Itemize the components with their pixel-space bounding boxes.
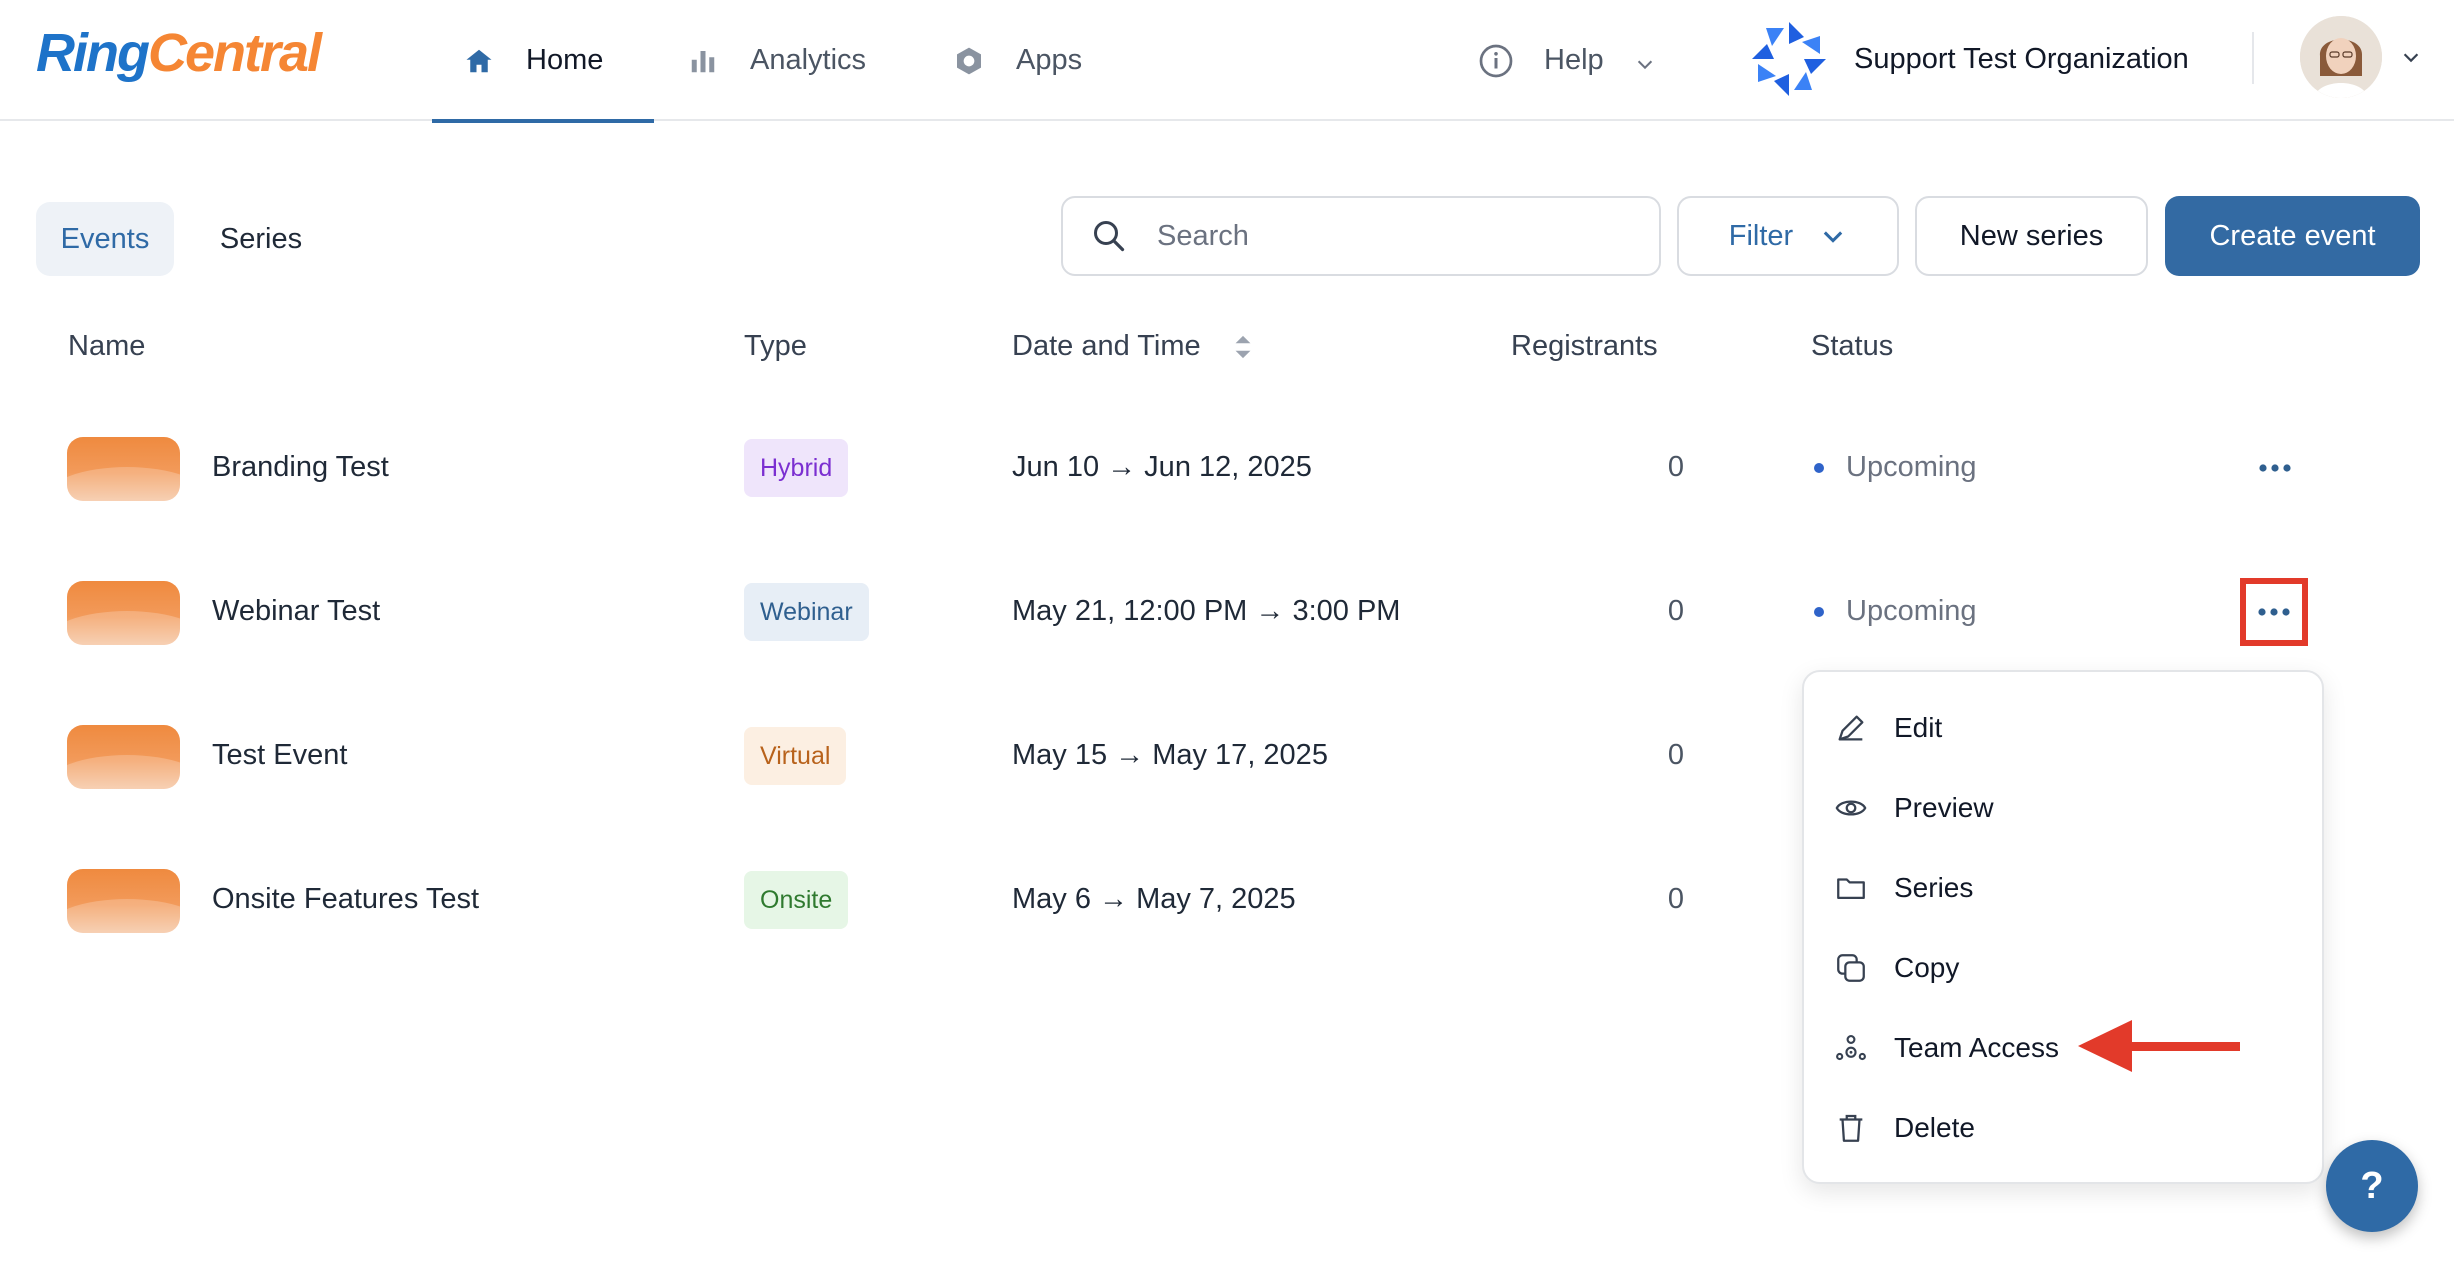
folder-icon [1837, 878, 1865, 900]
event-type-badge: Webinar [744, 583, 869, 641]
menu-item-label: Copy [1894, 952, 1960, 983]
menu-item-copy[interactable]: Copy [1804, 928, 2322, 1008]
nav-analytics[interactable]: Analytics [686, 0, 866, 121]
header-divider [2252, 32, 2254, 84]
event-registrants: 0 [1667, 451, 1684, 483]
help-label: Help [1544, 44, 1604, 76]
event-type-badge: Hybrid [744, 439, 849, 497]
organization-switcher[interactable]: Support Test Organization [1748, 14, 2189, 104]
more-horizontal-icon [2259, 464, 2291, 472]
create-event-button[interactable]: Create event [2165, 196, 2420, 276]
table-row[interactable]: Webinar Test Webinar May 21, 12:00 PM → … [0, 540, 2454, 684]
event-name[interactable]: Branding Test [212, 451, 389, 484]
logo-text-ring: Ring [36, 23, 150, 83]
menu-item-label: Team Access [1894, 1032, 2059, 1063]
pen-icon [1838, 715, 1864, 741]
tab-series[interactable]: Series [196, 202, 326, 276]
column-header-status: Status [1811, 330, 1894, 362]
event-type-badge: Virtual [744, 727, 847, 785]
more-horizontal-icon [2258, 608, 2290, 616]
status-dot-icon [1814, 606, 1824, 617]
ringcentral-logo[interactable]: RingCentral [36, 22, 322, 84]
chevron-down-icon [1823, 231, 1843, 243]
event-date: May 21, 12:00 PM → 3:00 PM [1012, 595, 1401, 627]
column-header-type: Type [744, 330, 807, 362]
menu-item-delete[interactable]: Delete [1804, 1088, 2322, 1168]
annotation-arrow-icon [2078, 1020, 2240, 1072]
event-thumbnail [67, 437, 180, 501]
nav-home-label: Home [526, 44, 604, 76]
bar-chart-icon [686, 44, 720, 78]
event-registrants: 0 [1667, 739, 1684, 771]
info-circle-icon [1478, 43, 1514, 79]
column-header-date-label: Date and Time [1012, 330, 1201, 362]
menu-item-label: Delete [1894, 1112, 1975, 1143]
logo-text-central: Central [147, 23, 322, 83]
event-status: Upcoming [1814, 595, 1977, 628]
nav-apps-label: Apps [1016, 44, 1083, 76]
search-icon [1094, 221, 1125, 252]
event-type-badge: Onsite [744, 871, 849, 929]
search-box[interactable] [1061, 196, 1661, 276]
more-actions-button[interactable] [2246, 439, 2304, 497]
organization-name: Support Test Organization [1854, 42, 2189, 75]
event-status-label: Upcoming [1846, 595, 1977, 627]
event-date: May 6 → May 7, 2025 [1012, 883, 1296, 915]
user-avatar[interactable] [2300, 16, 2382, 98]
sort-icon[interactable] [1233, 334, 1253, 360]
menu-item-team-access[interactable]: Team Access [1804, 1008, 2322, 1088]
new-series-button[interactable]: New series [1915, 196, 2148, 276]
active-tab-indicator [432, 119, 654, 123]
event-registrants: 0 [1667, 883, 1684, 915]
chevron-down-icon[interactable] [2400, 46, 2422, 68]
event-name[interactable]: Webinar Test [212, 595, 380, 628]
column-header-registrants: Registrants [1511, 330, 1658, 362]
table-row[interactable]: Branding Test Hybrid Jun 10 → Jun 12, 20… [0, 396, 2454, 540]
help-menu[interactable]: Help [1478, 0, 1656, 121]
more-actions-button-highlighted[interactable] [2240, 578, 2308, 646]
menu-item-preview[interactable]: Preview [1804, 768, 2322, 848]
event-status: Upcoming [1814, 451, 1977, 484]
event-name[interactable]: Onsite Features Test [212, 883, 479, 916]
nav-analytics-label: Analytics [750, 44, 867, 76]
hexagon-apps-icon [952, 44, 986, 78]
event-status-label: Upcoming [1846, 451, 1977, 483]
event-thumbnail [67, 581, 180, 645]
menu-item-edit[interactable]: Edit [1804, 688, 2322, 768]
filter-label: Filter [1728, 219, 1794, 252]
event-date: Jun 10 → Jun 12, 2025 [1012, 451, 1312, 483]
nav-home[interactable]: Home [432, 0, 654, 123]
organization-logo-icon [1748, 18, 1830, 100]
event-date: May 15 → May 17, 2025 [1012, 739, 1328, 771]
nav-apps[interactable]: Apps [952, 0, 1082, 121]
column-header-date[interactable]: Date and Time [1012, 330, 1253, 363]
status-dot-icon [1814, 462, 1824, 473]
copy-icon [1837, 954, 1865, 982]
menu-item-series[interactable]: Series [1804, 848, 2322, 928]
chevron-down-icon [1634, 50, 1656, 72]
team-network-icon [1836, 1035, 1866, 1061]
tab-events[interactable]: Events [36, 202, 174, 276]
event-actions-menu: Edit Preview Series Copy Team Access Del… [1802, 670, 2324, 1184]
trash-icon [1839, 1114, 1863, 1142]
menu-item-label: Series [1894, 872, 1974, 903]
help-floating-button[interactable]: ? [2326, 1140, 2418, 1232]
column-header-name: Name [68, 330, 146, 362]
menu-item-label: Preview [1894, 792, 1994, 823]
eye-icon [1835, 800, 1867, 816]
filter-button[interactable]: Filter [1677, 196, 1899, 276]
event-name[interactable]: Test Event [212, 739, 347, 772]
search-input[interactable] [1157, 219, 1617, 253]
menu-item-label: Edit [1894, 712, 1943, 743]
event-registrants: 0 [1667, 595, 1684, 627]
event-thumbnail [67, 869, 180, 933]
home-icon [462, 44, 496, 78]
top-navigation-bar: RingCentral Home Analytics Apps Help Sup… [0, 0, 2454, 123]
event-thumbnail [67, 725, 180, 789]
